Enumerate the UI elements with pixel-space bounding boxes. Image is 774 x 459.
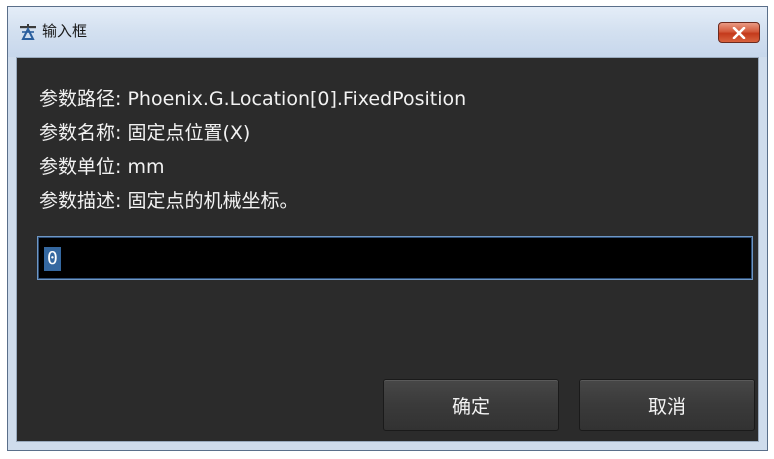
app-tool-icon	[19, 23, 37, 41]
parameter-name: 参数名称: 固定点位置(X)	[39, 122, 251, 144]
parameter-unit: 参数单位: mm	[39, 156, 165, 178]
value-input[interactable]	[37, 236, 753, 280]
parameter-info: 参数路径: Phoenix.G.Location[0].FixedPositio…	[39, 82, 748, 218]
cancel-button[interactable]: 取消	[579, 379, 755, 431]
parameter-path: 参数路径: Phoenix.G.Location[0].FixedPositio…	[39, 88, 467, 110]
window-title: 输入框	[42, 22, 88, 40]
input-dialog: 输入框 参数路径: Phoenix.G.Location[0].FixedPos…	[7, 6, 768, 451]
title-bar[interactable]: 输入框	[8, 7, 767, 57]
parameter-description: 参数描述: 固定点的机械坐标。	[39, 190, 299, 212]
close-icon	[732, 26, 746, 39]
close-button[interactable]	[718, 22, 760, 43]
ok-button[interactable]: 确定	[383, 379, 559, 431]
dialog-body: 参数路径: Phoenix.G.Location[0].FixedPositio…	[16, 57, 759, 442]
